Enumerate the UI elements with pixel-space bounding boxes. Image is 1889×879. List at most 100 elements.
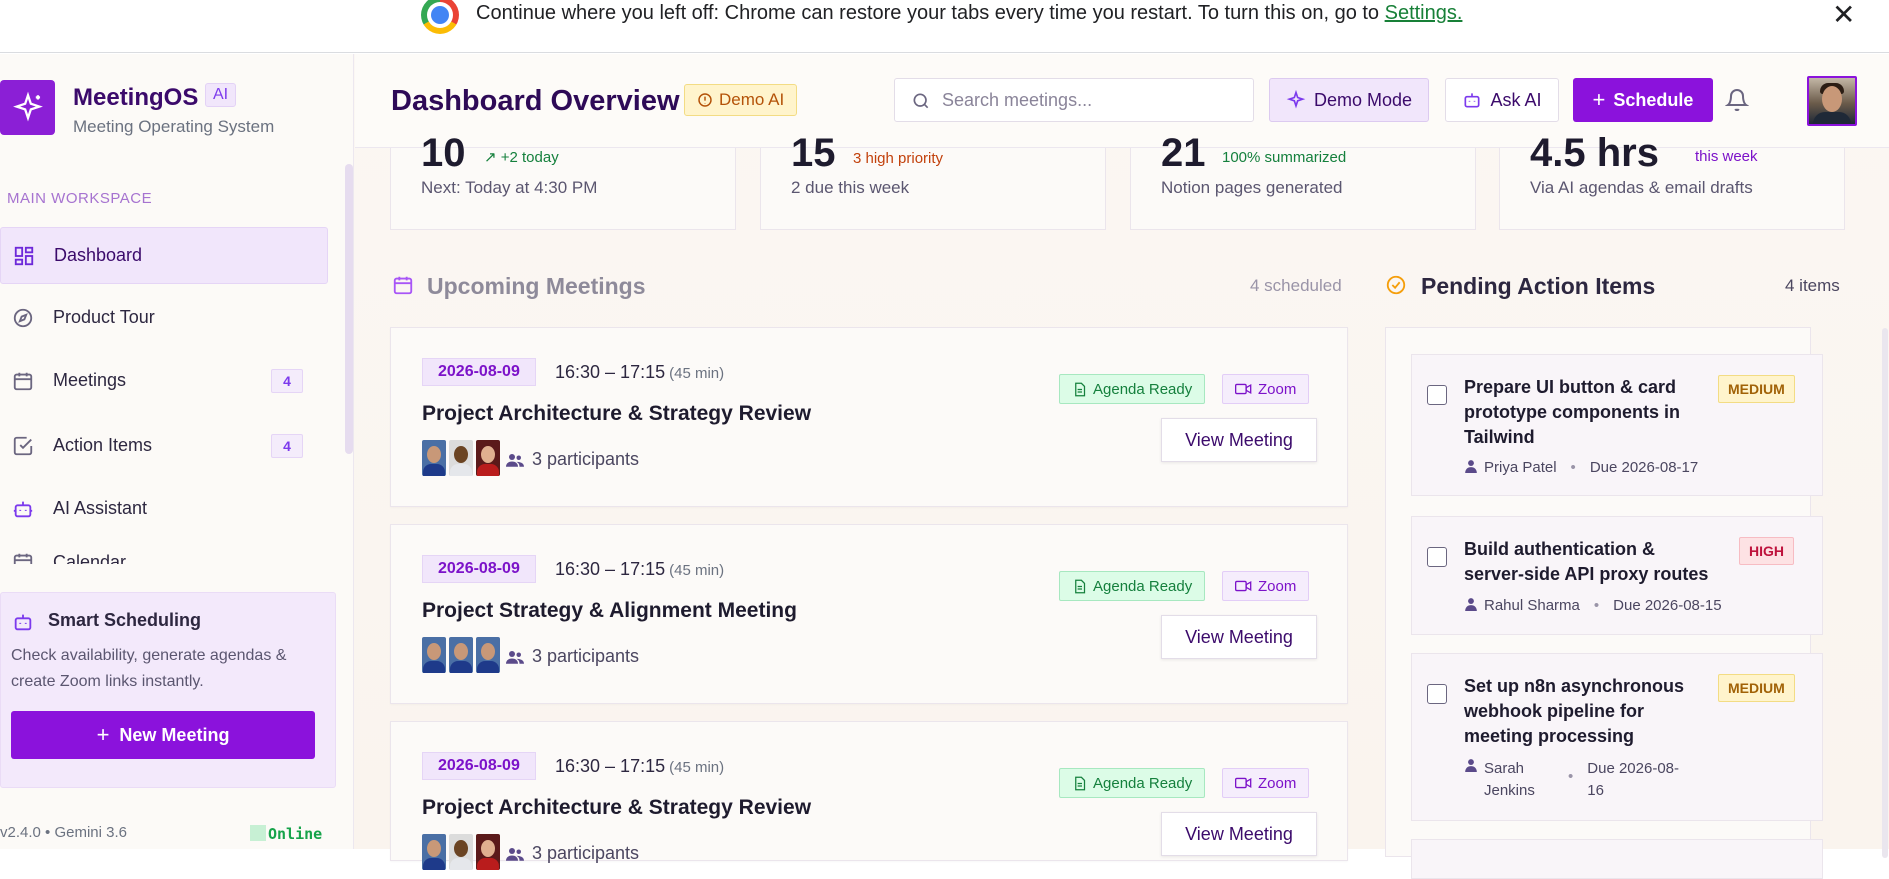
- bot-icon: [1464, 93, 1480, 108]
- agenda-ready-badge: Agenda Ready: [1059, 571, 1206, 601]
- stat-delta: ↗ +2 today: [484, 149, 559, 166]
- view-meeting-button[interactable]: View Meeting: [1161, 418, 1317, 462]
- sidebar-scrollbar[interactable]: [345, 164, 353, 454]
- meeting-time: 16:30 – 17:15 (45 min): [555, 559, 725, 579]
- section-label: MAIN WORKSPACE: [7, 190, 153, 207]
- smart-scheduling-card: Smart Scheduling Check availability, gen…: [0, 592, 336, 788]
- zoom-badge[interactable]: Zoom: [1222, 571, 1310, 601]
- chrome-logo-icon: [421, 0, 459, 34]
- stat-subtitle: Notion pages generated: [1161, 178, 1343, 197]
- user-icon: [1465, 598, 1477, 611]
- stat-card-summaries: 21 100% summarized Notion pages generate…: [1130, 133, 1476, 230]
- video-icon: [1235, 777, 1252, 789]
- meeting-title[interactable]: Project Strategy & Alignment Meeting: [422, 599, 797, 623]
- sidebar-item-product-tour[interactable]: Product Tour: [0, 289, 328, 346]
- meeting-card[interactable]: 2026-08-09 16:30 – 17:15 (45 min) Project…: [390, 327, 1348, 507]
- new-meeting-button[interactable]: + New Meeting: [11, 711, 315, 759]
- meeting-title[interactable]: Project Architecture & Strategy Review: [422, 402, 811, 426]
- stat-card-actions: 15 3 high priority 2 due this week: [760, 133, 1106, 230]
- action-item-meta: Rahul Sharma • Due 2026-08-15: [1464, 597, 1722, 614]
- meeting-date: 2026-08-09: [422, 358, 536, 386]
- smart-scheduling-title: Smart Scheduling: [48, 610, 202, 630]
- meeting-date: 2026-08-09: [422, 752, 536, 780]
- avatar: [476, 834, 500, 870]
- action-item-card[interactable]: Prepare UI button & card prototype compo…: [1411, 354, 1823, 496]
- avatar: [422, 637, 446, 673]
- action-item-checkbox[interactable]: [1427, 547, 1447, 567]
- participant-avatars: [422, 440, 500, 476]
- action-item-title: Set up n8n asynchronous webhook pipeline…: [1464, 676, 1685, 746]
- sidebar-item-label: Product Tour: [53, 307, 155, 327]
- calendar-icon: [393, 276, 413, 295]
- plus-icon: +: [96, 722, 110, 747]
- avatar: [449, 637, 473, 673]
- meeting-card[interactable]: 2026-08-09 16:30 – 17:15 (45 min) Project…: [390, 721, 1348, 870]
- page-title: Dashboard Overview: [391, 85, 680, 117]
- search-placeholder: Search meetings...: [942, 90, 1093, 110]
- sidebar-item-action-items[interactable]: Action Items 4: [0, 417, 328, 474]
- ask-ai-button[interactable]: Ask AI: [1445, 78, 1559, 122]
- stat-value: 21: [1161, 131, 1206, 175]
- meeting-title[interactable]: Project Architecture & Strategy Review: [422, 796, 811, 820]
- sidebar-item-calendar[interactable]: Calendar: [0, 534, 328, 564]
- users-icon: [506, 650, 524, 664]
- action-items-title: Pending Action Items: [1421, 273, 1656, 299]
- restore-message: Continue where you left off: Chrome can …: [476, 2, 1463, 24]
- avatar[interactable]: [1807, 76, 1857, 126]
- sidebar: MeetingOS AI Meeting Operating System MA…: [0, 54, 354, 849]
- view-meeting-button[interactable]: View Meeting: [1161, 812, 1317, 856]
- meeting-time: 16:30 – 17:15 (45 min): [555, 756, 725, 776]
- sidebar-item-meetings[interactable]: Meetings 4: [0, 352, 328, 409]
- bell-icon[interactable]: [1725, 88, 1749, 112]
- view-meeting-button[interactable]: View Meeting: [1161, 615, 1317, 659]
- sidebar-clip: Calendar: [0, 534, 344, 564]
- close-icon[interactable]: ✕: [1832, 0, 1855, 31]
- sidebar-item-label: Dashboard: [54, 245, 143, 265]
- status-badge: Online: [250, 825, 322, 843]
- participants-count: 3 participants: [506, 646, 639, 667]
- version-text: v2.4.0 • Gemini 3.6: [0, 824, 127, 841]
- user-icon: [1465, 759, 1477, 772]
- avatar: [476, 440, 500, 476]
- action-item-card[interactable]: Build authentication & server-side API p…: [1411, 516, 1823, 635]
- bot-icon: [13, 501, 33, 517]
- users-icon: [506, 453, 524, 467]
- sidebar-item-label: Meetings: [53, 370, 127, 390]
- schedule-button[interactable]: + Schedule: [1573, 78, 1713, 122]
- action-item-card[interactable]: [1411, 839, 1823, 879]
- status-indicator-icon: [250, 825, 266, 841]
- action-item-checkbox[interactable]: [1427, 385, 1447, 405]
- search-input[interactable]: Search meetings...: [894, 78, 1254, 122]
- zoom-badge[interactable]: Zoom: [1222, 374, 1310, 404]
- new-meeting-label: New Meeting: [119, 724, 230, 745]
- priority-badge: HIGH: [1739, 537, 1794, 565]
- participant-avatars: [422, 834, 500, 870]
- action-items-panel: Prepare UI button & card prototype compo…: [1385, 327, 1823, 879]
- meeting-card[interactable]: 2026-08-09 16:30 – 17:15 (45 min) Project…: [390, 524, 1348, 704]
- action-item-checkbox[interactable]: [1427, 684, 1447, 704]
- sidebar-item-dashboard[interactable]: Dashboard: [0, 227, 328, 284]
- demo-mode-button[interactable]: Demo Mode: [1269, 78, 1429, 122]
- avatar: [449, 440, 473, 476]
- zoom-badge[interactable]: Zoom: [1222, 768, 1310, 798]
- smart-scheduling-desc: Check availability, generate agendas & c…: [11, 647, 287, 690]
- brand-ai-badge: AI: [205, 83, 237, 107]
- meeting-date: 2026-08-09: [422, 555, 536, 583]
- user-icon: [1465, 460, 1477, 473]
- action-item-title: Prepare UI button & card prototype compo…: [1464, 377, 1680, 447]
- stat-delta: 3 high priority: [853, 150, 944, 167]
- participants-count: 3 participants: [506, 843, 639, 864]
- action-items-count: 4 items: [1785, 276, 1840, 295]
- settings-link[interactable]: Settings.: [1385, 2, 1463, 24]
- participant-avatars: [422, 637, 500, 673]
- sidebar-item-label: AI Assistant: [53, 498, 148, 518]
- stat-value: 4.5 hrs: [1530, 131, 1659, 175]
- stat-value: 10: [421, 131, 466, 175]
- calendar-icon: [13, 372, 33, 390]
- priority-badge: MEDIUM: [1718, 674, 1795, 702]
- video-icon: [1235, 580, 1252, 592]
- action-item-card[interactable]: Set up n8n asynchronous webhook pipeline…: [1411, 653, 1823, 821]
- sidebar-item-ai-assistant[interactable]: AI Assistant: [0, 480, 328, 537]
- document-icon: [1075, 382, 1086, 396]
- main-scrollbar[interactable]: [1882, 328, 1888, 858]
